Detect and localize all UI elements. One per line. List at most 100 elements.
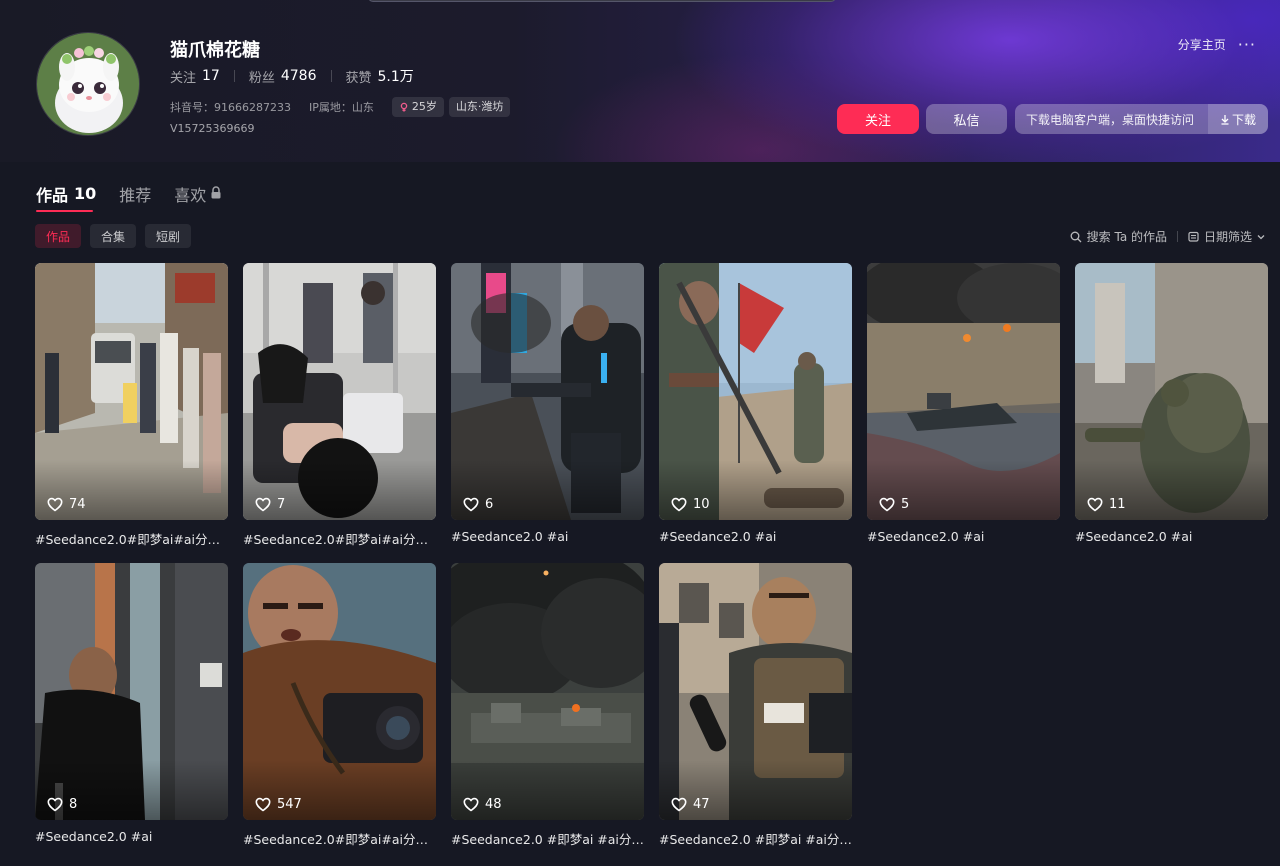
more-icon[interactable]: ··· bbox=[1238, 35, 1256, 54]
like-count-value: 11 bbox=[1109, 497, 1126, 512]
lock-icon bbox=[210, 184, 222, 203]
video-thumbnail[interactable]: 10 bbox=[659, 263, 852, 520]
search-works-label: 搜索 Ta 的作品 bbox=[1086, 230, 1167, 244]
date-filter-label: 日期筛选 bbox=[1203, 230, 1252, 244]
like-count: 5 bbox=[879, 497, 909, 512]
video-card[interactable]: 547 #Seedance2.0#即梦ai#ai分… bbox=[243, 563, 436, 848]
tab-recommend[interactable]: 推荐 bbox=[119, 175, 151, 212]
follow-button[interactable]: 关注 bbox=[837, 104, 919, 134]
profile-header: 猫爪棉花糖 关注 17 粉丝 4786 获赞 5.1万 抖音号：91666287… bbox=[0, 0, 1280, 162]
video-thumbnail[interactable]: 6 bbox=[451, 263, 644, 520]
tab-likes-label: 喜欢 bbox=[174, 185, 207, 205]
works-tools: 搜索 Ta 的作品 日期筛选 bbox=[1070, 228, 1266, 245]
download-label: 下载 bbox=[1231, 112, 1256, 127]
ip-location: IP属地：山东 bbox=[308, 101, 374, 114]
video-thumbnail[interactable]: 48 bbox=[451, 563, 644, 820]
heart-icon bbox=[47, 797, 63, 812]
video-thumbnail[interactable]: 47 bbox=[659, 563, 852, 820]
like-count-value: 48 bbox=[485, 797, 502, 812]
heart-icon bbox=[47, 497, 63, 512]
following-count[interactable]: 17 bbox=[202, 68, 220, 84]
like-count-value: 7 bbox=[277, 497, 286, 512]
heart-icon bbox=[255, 797, 271, 812]
download-icon bbox=[1221, 114, 1229, 125]
like-count: 8 bbox=[47, 797, 77, 812]
video-card[interactable]: 6 #Seedance2.0 #ai bbox=[451, 263, 644, 544]
like-count: 547 bbox=[255, 797, 302, 812]
search-icon bbox=[1070, 231, 1082, 242]
video-thumbnail[interactable]: 74 bbox=[35, 263, 228, 520]
date-filter-button[interactable]: 日期筛选 bbox=[1188, 228, 1266, 245]
profile-stats: 关注 17 粉丝 4786 获赞 5.1万 bbox=[170, 66, 414, 86]
tab-works-label: 作品 bbox=[36, 185, 69, 205]
download-prompt: 下载电脑客户端，桌面快捷访问 bbox=[1026, 112, 1195, 127]
profile-meta: 抖音号：91666287233 IP属地：山东 25岁 山东·潍坊 bbox=[170, 97, 515, 117]
female-icon bbox=[400, 102, 408, 112]
heart-icon bbox=[671, 797, 687, 812]
like-count: 10 bbox=[671, 497, 710, 512]
following-label[interactable]: 关注 bbox=[170, 67, 196, 86]
tab-recommend-label: 推荐 bbox=[119, 185, 152, 205]
avatar-image bbox=[37, 33, 139, 135]
video-caption[interactable]: #Seedance2.0 #ai bbox=[659, 529, 852, 544]
message-button[interactable]: 私信 bbox=[926, 104, 1007, 134]
heart-icon bbox=[879, 497, 895, 512]
video-caption[interactable]: #Seedance2.0 #ai bbox=[1075, 529, 1268, 544]
stat-divider bbox=[330, 70, 332, 82]
video-caption[interactable]: #Seedance2.0 #即梦ai #ai分… bbox=[659, 829, 852, 848]
avatar[interactable] bbox=[36, 32, 140, 136]
like-count-value: 8 bbox=[69, 797, 78, 812]
video-caption[interactable]: #Seedance2.0 #ai bbox=[35, 829, 228, 844]
top-search-bar[interactable] bbox=[368, 0, 836, 2]
video-card[interactable]: 74 #Seedance2.0#即梦ai#ai分… bbox=[35, 263, 228, 548]
heart-icon bbox=[463, 797, 479, 812]
share-profile-button[interactable]: 分享主页 bbox=[1178, 36, 1226, 53]
profile-uid: V15725369669 bbox=[170, 122, 255, 135]
download-client-banner[interactable]: 下载电脑客户端，桌面快捷访问 下载 bbox=[1015, 104, 1268, 134]
video-card[interactable]: 7 #Seedance2.0#即梦ai#ai分… bbox=[243, 263, 436, 548]
video-thumbnail[interactable]: 547 bbox=[243, 563, 436, 820]
stat-divider bbox=[233, 70, 235, 82]
nickname: 猫爪棉花糖 bbox=[170, 40, 260, 61]
works-subtabs: 作品 合集 短剧 bbox=[35, 224, 200, 248]
like-count: 11 bbox=[1087, 497, 1126, 512]
like-count-value: 47 bbox=[693, 797, 710, 812]
like-count: 48 bbox=[463, 797, 502, 812]
age-tag-label: 25岁 bbox=[411, 100, 437, 113]
profile-tabs: 作品 10 推荐 喜欢 bbox=[36, 175, 245, 212]
share-area: 分享主页 ··· bbox=[1178, 35, 1256, 54]
like-count-value: 10 bbox=[693, 497, 710, 512]
video-thumbnail[interactable]: 11 bbox=[1075, 263, 1268, 520]
video-thumbnail[interactable]: 7 bbox=[243, 263, 436, 520]
tab-works[interactable]: 作品 10 bbox=[36, 175, 96, 212]
video-caption[interactable]: #Seedance2.0#即梦ai#ai分… bbox=[243, 529, 436, 548]
heart-icon bbox=[255, 497, 271, 512]
download-button[interactable]: 下载 bbox=[1208, 104, 1268, 134]
search-works-button[interactable]: 搜索 Ta 的作品 bbox=[1070, 228, 1167, 245]
video-thumbnail[interactable]: 8 bbox=[35, 563, 228, 820]
calendar-icon bbox=[1188, 231, 1199, 242]
video-card[interactable]: 5 #Seedance2.0 #ai bbox=[867, 263, 1060, 544]
video-caption[interactable]: #Seedance2.0#即梦ai#ai分… bbox=[35, 529, 228, 548]
like-count-value: 6 bbox=[485, 497, 494, 512]
followers-label[interactable]: 粉丝 bbox=[249, 67, 275, 86]
video-card[interactable]: 11 #Seedance2.0 #ai bbox=[1075, 263, 1268, 544]
followers-count[interactable]: 4786 bbox=[281, 68, 317, 84]
video-thumbnail[interactable]: 5 bbox=[867, 263, 1060, 520]
subtab-short-dramas[interactable]: 短剧 bbox=[145, 224, 192, 248]
tab-works-count: 10 bbox=[74, 184, 97, 203]
video-caption[interactable]: #Seedance2.0#即梦ai#ai分… bbox=[243, 829, 436, 848]
subtab-works[interactable]: 作品 bbox=[35, 224, 82, 248]
age-tag: 25岁 bbox=[391, 97, 444, 117]
video-card[interactable]: 10 #Seedance2.0 #ai bbox=[659, 263, 852, 544]
video-card[interactable]: 47 #Seedance2.0 #即梦ai #ai分… bbox=[659, 563, 852, 848]
region-tag: 山东·潍坊 bbox=[448, 97, 511, 117]
likes-label: 获赞 bbox=[345, 70, 372, 86]
video-caption[interactable]: #Seedance2.0 #ai bbox=[867, 529, 1060, 544]
video-card[interactable]: 48 #Seedance2.0 #即梦ai #ai分… bbox=[451, 563, 644, 848]
video-caption[interactable]: #Seedance2.0 #即梦ai #ai分… bbox=[451, 829, 644, 848]
subtab-collections[interactable]: 合集 bbox=[90, 224, 137, 248]
video-caption[interactable]: #Seedance2.0 #ai bbox=[451, 529, 644, 544]
tab-likes[interactable]: 喜欢 bbox=[174, 175, 222, 212]
video-card[interactable]: 8 #Seedance2.0 #ai bbox=[35, 563, 228, 844]
